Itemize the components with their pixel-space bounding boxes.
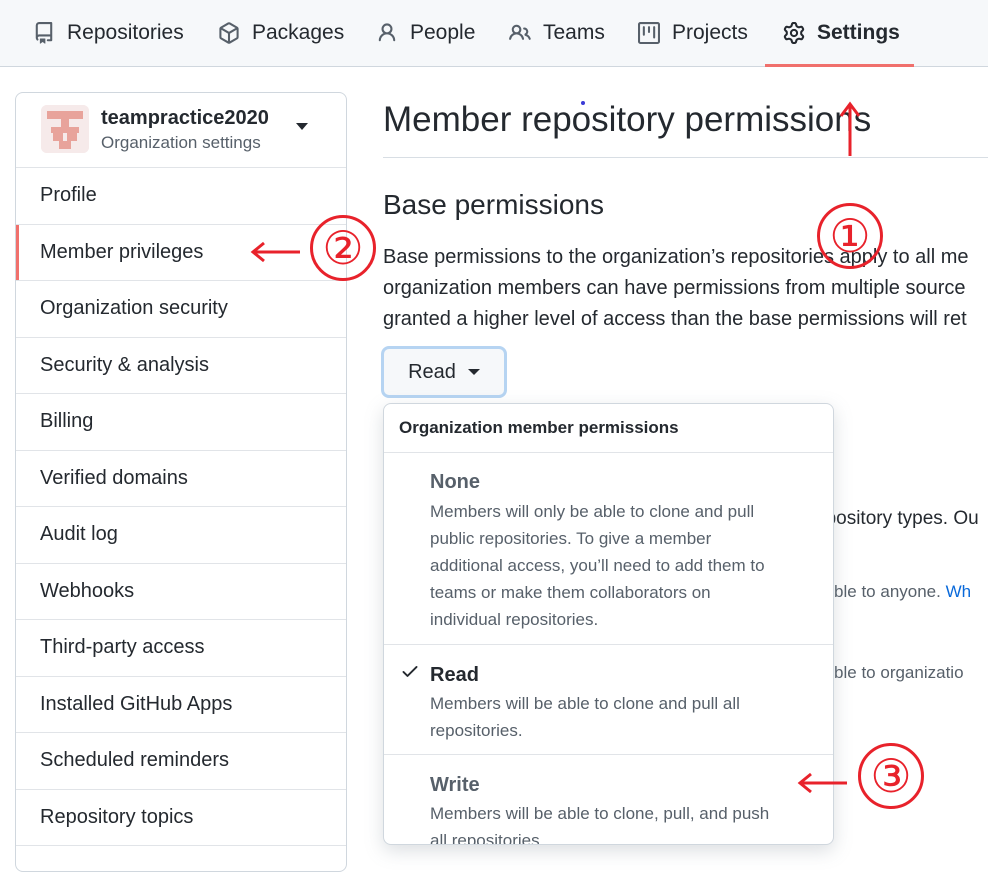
description-line: all repositories. [430,831,545,845]
sidebar-item-label: Third-party access [40,636,205,659]
button-label: Read [408,360,456,383]
person-icon [378,23,396,42]
tab-label: Packages [252,21,345,44]
annotation-arrow-up-icon [839,101,861,156]
tab-label: Teams [543,21,605,44]
tab-teams[interactable]: Teams [509,0,605,66]
sidebar-item-scheduled-reminders[interactable]: Scheduled reminders [16,733,346,790]
repo-types-text: epository types. Ou [815,508,979,529]
option-title: Write [430,774,480,796]
annotation-marker-1: ① [817,203,883,269]
permission-option-write[interactable]: Write Members will be able to clone, pul… [384,755,833,845]
tab-label: Projects [672,21,748,44]
description-line: public repositories. To give a member [430,529,712,548]
option-description: Members will only be able to clone and p… [430,498,810,633]
tab-projects[interactable]: Projects [638,0,748,66]
caret-down-icon [467,369,480,375]
chevron-down-icon[interactable] [296,123,308,130]
package-icon [219,22,239,44]
sidebar-item-label: Webhooks [40,579,135,602]
cursor-dot [581,101,585,105]
tab-people[interactable]: People [376,0,475,66]
settings-sidebar: teampractice2020 Organization settings P… [15,92,347,872]
page-title: Member repository permissions [383,100,872,139]
visible-org-text: isible to organizatio [818,663,964,682]
description-line: Members will be able to clone and pull a… [430,694,740,713]
org-name: teampractice2020 [101,107,269,129]
sidebar-item-billing[interactable]: Billing [16,394,346,451]
sidebar-item-webhooks[interactable]: Webhooks [16,564,346,620]
active-tab-underline [765,64,914,67]
sidebar-item-label: Member privileges [40,240,204,263]
people-icon [509,24,531,40]
sidebar-item-verified-domains[interactable]: Verified domains [16,451,346,507]
gear-icon [783,22,805,44]
base-permissions-description: Base permissions to the organization’s r… [383,242,988,335]
sidebar-item-organization-security[interactable]: Organization security [16,281,346,338]
org-top-nav: Repositories Packages People Teams Proje… [0,0,988,67]
sidebar-item-label: Scheduled reminders [40,749,229,772]
annotation-arrow-left-icon [797,772,847,794]
description-line: organization members can have permission… [383,277,966,299]
description-line: repositories. [430,721,523,740]
tab-packages[interactable]: Packages [218,0,344,66]
description-line: granted a higher level of access than th… [383,308,967,330]
tab-settings[interactable]: Settings [783,0,900,66]
option-title: None [430,471,480,493]
description-line: Members will be able to clone, pull, and… [430,804,770,823]
check-icon [402,666,418,677]
sidebar-item-label: Billing [40,410,94,433]
org-subtitle: Organization settings [101,133,261,152]
annotation-marker-2: ② [310,215,376,281]
option-description: Members will be able to clone and pull a… [430,690,810,744]
sidebar-item-label: Security & analysis [40,353,209,376]
sidebar-item-label: Installed GitHub Apps [40,692,233,715]
visible-anyone-text: isible to anyone. Wh [818,582,971,602]
option-description: Members will be able to clone, pull, and… [430,800,810,845]
description-line: Members will only be able to clone and p… [430,502,755,521]
description-line: Base permissions to the organization’s r… [383,246,969,268]
permissions-dropdown-menu: Organization member permissions None Mem… [383,403,834,845]
annotation-arrow-left-icon [250,241,300,263]
sidebar-item-label: Audit log [40,523,118,546]
title-divider [383,157,988,158]
sidebar-item-audit-log[interactable]: Audit log [16,507,346,564]
tab-label: People [410,21,476,44]
tab-repositories[interactable]: Repositories [33,0,184,66]
option-title: Read [430,664,479,686]
base-permission-dropdown-button[interactable]: Read [381,346,507,398]
sidebar-item-third-party-access[interactable]: Third-party access [16,620,346,677]
tab-label: Settings [817,21,900,44]
project-icon [638,22,660,44]
identicon-icon [41,105,89,153]
sidebar-item-profile[interactable]: Profile [16,168,346,225]
permission-option-read[interactable]: Read Members will be able to clone and p… [384,645,833,755]
permission-option-none[interactable]: None Members will only be able to clone … [384,453,833,645]
dropdown-header: Organization member permissions [384,404,833,453]
sidebar-item-label: Profile [40,184,97,207]
description-line: teams or make them collaborators on [430,583,711,602]
description-line: additional access, you’ll need to add th… [430,556,765,575]
sidebar-item-installed-github-apps[interactable]: Installed GitHub Apps [16,677,346,733]
visible-anyone-label: isible to anyone. [818,582,941,601]
annotation-marker-3: ③ [858,743,924,809]
org-avatar [41,105,89,153]
sidebar-item-label: Organization security [40,297,228,320]
tab-label: Repositories [67,21,184,44]
description-line: individual repositories. [430,610,599,629]
org-switcher[interactable]: teampractice2020 Organization settings [16,93,346,168]
sidebar-item-security-analysis[interactable]: Security & analysis [16,338,346,394]
learn-more-link[interactable]: Wh [946,582,972,601]
section-title: Base permissions [383,189,604,220]
repo-icon [35,22,53,44]
sidebar-item-label: Repository topics [40,805,194,828]
sidebar-item-label: Verified domains [40,466,188,489]
